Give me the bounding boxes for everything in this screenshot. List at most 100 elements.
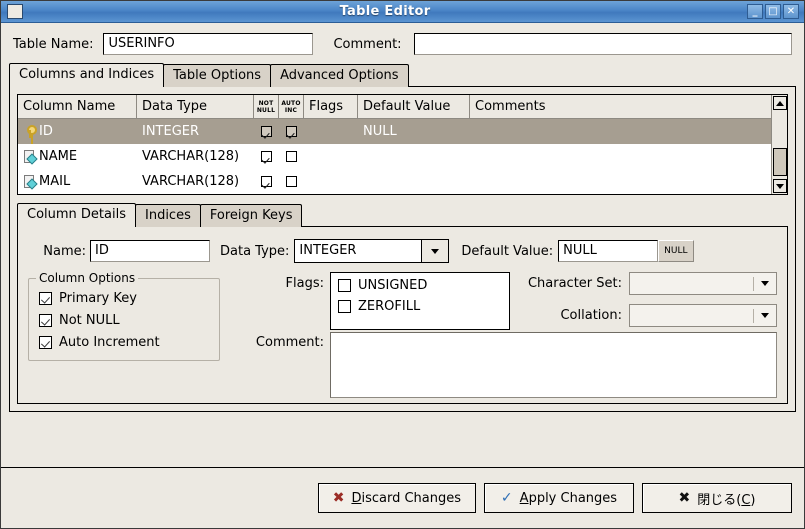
not-null-checkbox[interactable]: [261, 176, 272, 187]
tab-foreign-keys[interactable]: Foreign Keys: [199, 204, 303, 227]
chevron-down-icon[interactable]: [421, 240, 449, 262]
grid-header-row: Column Name Data Type NOT NULL AUTO INC …: [18, 95, 771, 119]
maximize-icon[interactable]: □: [765, 4, 781, 19]
detail-tabstrip: Column Details Indices Foreign Keys: [17, 203, 788, 227]
table-row[interactable]: ID INTEGER NULL: [18, 119, 771, 144]
grid-cell-not-null[interactable]: [254, 169, 279, 194]
tab-table-options[interactable]: Table Options: [163, 64, 272, 87]
collation-combo[interactable]: [629, 304, 777, 327]
grid-cell-auto-inc[interactable]: [279, 169, 304, 194]
column-comment-row: Comment:: [240, 332, 777, 398]
x-mark-red-icon: ✖: [332, 490, 345, 506]
grid-cell-column-name[interactable]: MAIL: [18, 169, 137, 194]
table-row[interactable]: MAIL VARCHAR(128): [18, 169, 771, 194]
flags-list[interactable]: UNSIGNED ZEROFILL: [330, 272, 510, 330]
grid-header-auto-inc[interactable]: AUTO INC: [279, 95, 304, 118]
check-mark-blue-icon: ✓: [500, 490, 513, 506]
option-auto-increment[interactable]: Auto Increment: [39, 335, 209, 350]
grid-header-not-null-line1: NOT: [258, 99, 274, 107]
auto-increment-label: Auto Increment: [59, 335, 160, 350]
grid-header-column-name[interactable]: Column Name: [18, 95, 137, 118]
chevron-down-icon[interactable]: [754, 281, 776, 286]
grid-cell-data-type[interactable]: INTEGER: [137, 119, 254, 144]
grid-header-flags[interactable]: Flags: [304, 95, 358, 118]
zerofill-label: ZEROFILL: [358, 299, 421, 314]
data-type-combo[interactable]: INTEGER: [294, 239, 450, 263]
scroll-down-icon[interactable]: [772, 179, 787, 193]
character-set-label: Character Set:: [527, 276, 622, 291]
primary-key-checkbox[interactable]: [39, 292, 52, 305]
not-null-checkbox[interactable]: [261, 126, 272, 137]
close-button[interactable]: ✖ 閉じる(C): [642, 483, 792, 513]
grid-header-default-value[interactable]: Default Value: [358, 95, 470, 118]
grid-cell-column-name-text: NAME: [39, 149, 78, 164]
scrollbar-thumb[interactable]: [772, 148, 787, 176]
table-header-form: Table Name: USERINFO Comment:: [1, 23, 804, 63]
option-not-null[interactable]: Not NULL: [39, 313, 209, 328]
not-null-checkbox[interactable]: [261, 151, 272, 162]
chevron-down-icon[interactable]: [754, 313, 776, 318]
column-icon: [23, 150, 36, 163]
grid-header-comments[interactable]: Comments: [470, 95, 771, 118]
grid-cell-data-type[interactable]: VARCHAR(128): [137, 144, 254, 169]
grid-cell-column-name[interactable]: ID: [18, 119, 137, 144]
name-input[interactable]: ID: [90, 240, 210, 262]
character-set-row: Character Set:: [524, 272, 777, 295]
window-menu-icon[interactable]: [7, 4, 23, 19]
grid-cell-auto-inc[interactable]: [279, 119, 304, 144]
tab-columns-and-indices[interactable]: Columns and Indices: [9, 63, 165, 87]
option-primary-key[interactable]: Primary Key: [39, 291, 209, 306]
zerofill-checkbox[interactable]: [338, 300, 351, 313]
table-row[interactable]: NAME VARCHAR(128): [18, 144, 771, 169]
column-options-title: Column Options: [36, 271, 139, 285]
column-icon: [23, 175, 36, 188]
tab-advanced-options[interactable]: Advanced Options: [270, 64, 409, 87]
main-tabstrip: Columns and Indices Table Options Advanc…: [9, 63, 796, 87]
grid-cell-default-value[interactable]: NULL: [358, 119, 470, 144]
tab-column-details[interactable]: Column Details: [17, 203, 136, 227]
minimize-icon[interactable]: _: [747, 4, 763, 19]
column-comment-label: Comment:: [255, 335, 324, 350]
grid-cell-not-null[interactable]: [254, 144, 279, 169]
grid-header-not-null-line2: NULL: [256, 106, 276, 114]
grid-header-data-type[interactable]: Data Type: [137, 95, 254, 118]
discard-changes-button[interactable]: ✖ Discard Changes: [317, 483, 476, 513]
character-set-combo[interactable]: [629, 272, 777, 295]
primary-key-label: Primary Key: [59, 291, 137, 306]
default-value-input[interactable]: NULL: [558, 240, 659, 262]
detail-notebook: Column Details Indices Foreign Keys Name…: [17, 203, 788, 404]
flags-and-meta-pane: Flags: UNSIGNED ZEROFILL Character Set: …: [240, 272, 777, 398]
table-name-label: Table Name:: [13, 36, 94, 52]
apply-changes-button[interactable]: ✓ Apply Changes: [484, 483, 634, 513]
flag-zerofill[interactable]: ZEROFILL: [338, 299, 502, 314]
auto-increment-checkbox[interactable]: [39, 336, 52, 349]
grid-vertical-scrollbar[interactable]: [771, 95, 787, 194]
flags-label: Flags:: [285, 276, 324, 291]
grid-header-auto-inc-line1: AUTO: [281, 99, 301, 107]
auto-inc-checkbox[interactable]: [286, 176, 297, 187]
grid-cell-column-name-text: MAIL: [39, 174, 71, 189]
tab-indices[interactable]: Indices: [135, 204, 201, 227]
table-name-input[interactable]: USERINFO: [103, 33, 314, 55]
name-label: Name:: [43, 243, 86, 259]
set-null-button[interactable]: NULL: [658, 240, 694, 262]
auto-inc-checkbox[interactable]: [286, 126, 297, 137]
flag-unsigned[interactable]: UNSIGNED: [338, 278, 502, 293]
column-comment-textarea[interactable]: [330, 332, 777, 398]
unsigned-checkbox[interactable]: [338, 279, 351, 292]
window-controls: _ □ ✕: [747, 4, 799, 19]
grid-cell-not-null[interactable]: [254, 119, 279, 144]
flags-row: Flags: UNSIGNED ZEROFILL: [240, 272, 510, 330]
column-details-panel: Name: ID Data Type: INTEGER Default Valu…: [17, 226, 788, 404]
grid-cell-auto-inc[interactable]: [279, 144, 304, 169]
main-tab-panel: Column Name Data Type NOT NULL AUTO INC …: [9, 86, 796, 412]
grid-cell-data-type[interactable]: VARCHAR(128): [137, 169, 254, 194]
table-comment-input[interactable]: [413, 33, 792, 55]
not-null-checkbox[interactable]: [39, 314, 52, 327]
scrollbar-track[interactable]: [772, 111, 787, 178]
grid-cell-column-name[interactable]: NAME: [18, 144, 137, 169]
auto-inc-checkbox[interactable]: [286, 151, 297, 162]
grid-header-not-null[interactable]: NOT NULL: [254, 95, 279, 118]
scroll-up-icon[interactable]: [772, 96, 787, 110]
close-icon[interactable]: ✕: [783, 4, 799, 19]
